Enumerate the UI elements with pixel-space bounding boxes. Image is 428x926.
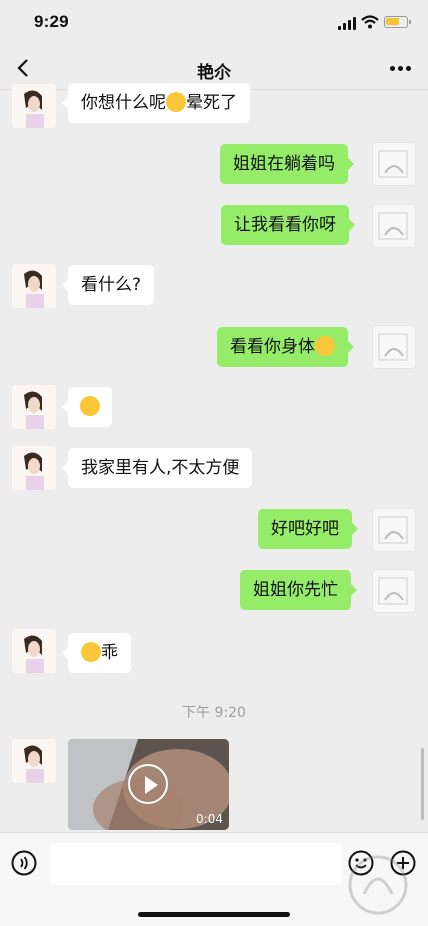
message-bubble[interactable]: 你想什么呢 晕死了 — [62, 83, 250, 123]
message-input[interactable] — [50, 843, 342, 885]
user-avatar[interactable] — [372, 569, 416, 613]
video-duration: 0:04 — [196, 812, 223, 826]
scrollbar[interactable] — [421, 748, 424, 820]
more-options-icon[interactable] — [390, 66, 412, 72]
dizzy-face-emoji-icon — [166, 92, 186, 112]
voice-input-icon[interactable] — [11, 850, 37, 876]
message-bubble[interactable]: 姐姐你先忙 — [240, 570, 357, 610]
smiling-face-emoji-icon — [81, 642, 101, 662]
contact-avatar[interactable] — [12, 446, 56, 490]
status-time: 9:29 — [34, 12, 69, 31]
message-bubble[interactable]: 看看你身体 — [217, 327, 354, 367]
message-bubble[interactable]: 乖 — [62, 633, 131, 673]
flushed-face-emoji-icon — [80, 396, 100, 416]
user-avatar[interactable] — [372, 325, 416, 369]
watermark-logo — [348, 855, 408, 915]
user-avatar[interactable] — [372, 142, 416, 186]
chat-title: 艳尒 — [197, 63, 231, 83]
message-bubble[interactable]: 我家里有人,不太方便 — [61, 448, 253, 488]
contact-avatar[interactable] — [12, 264, 56, 308]
grinning-face-emoji-icon — [315, 336, 335, 356]
signal-icon — [338, 17, 356, 30]
play-icon[interactable] — [128, 764, 168, 804]
message-bubble[interactable]: 让我看看你呀 — [221, 205, 355, 245]
user-avatar[interactable] — [372, 508, 416, 552]
contact-avatar[interactable] — [12, 385, 56, 429]
message-bubble[interactable]: 看什么? — [61, 265, 155, 305]
contact-avatar[interactable] — [12, 739, 56, 783]
home-indicator — [138, 912, 290, 917]
battery-icon — [384, 16, 411, 28]
message-bubble[interactable]: 好吧好吧 — [258, 509, 358, 549]
video-message[interactable]: 0:04 — [68, 739, 229, 830]
message-bubble[interactable] — [62, 387, 112, 427]
wifi-icon — [361, 15, 379, 29]
user-avatar[interactable] — [372, 204, 416, 248]
contact-avatar[interactable] — [12, 629, 56, 673]
message-timestamp: 下午 9:20 — [182, 705, 246, 721]
contact-avatar[interactable] — [12, 84, 56, 128]
status-bar: 9:29 — [0, 0, 428, 46]
message-bubble[interactable]: 姐姐在躺着吗 — [220, 144, 354, 184]
